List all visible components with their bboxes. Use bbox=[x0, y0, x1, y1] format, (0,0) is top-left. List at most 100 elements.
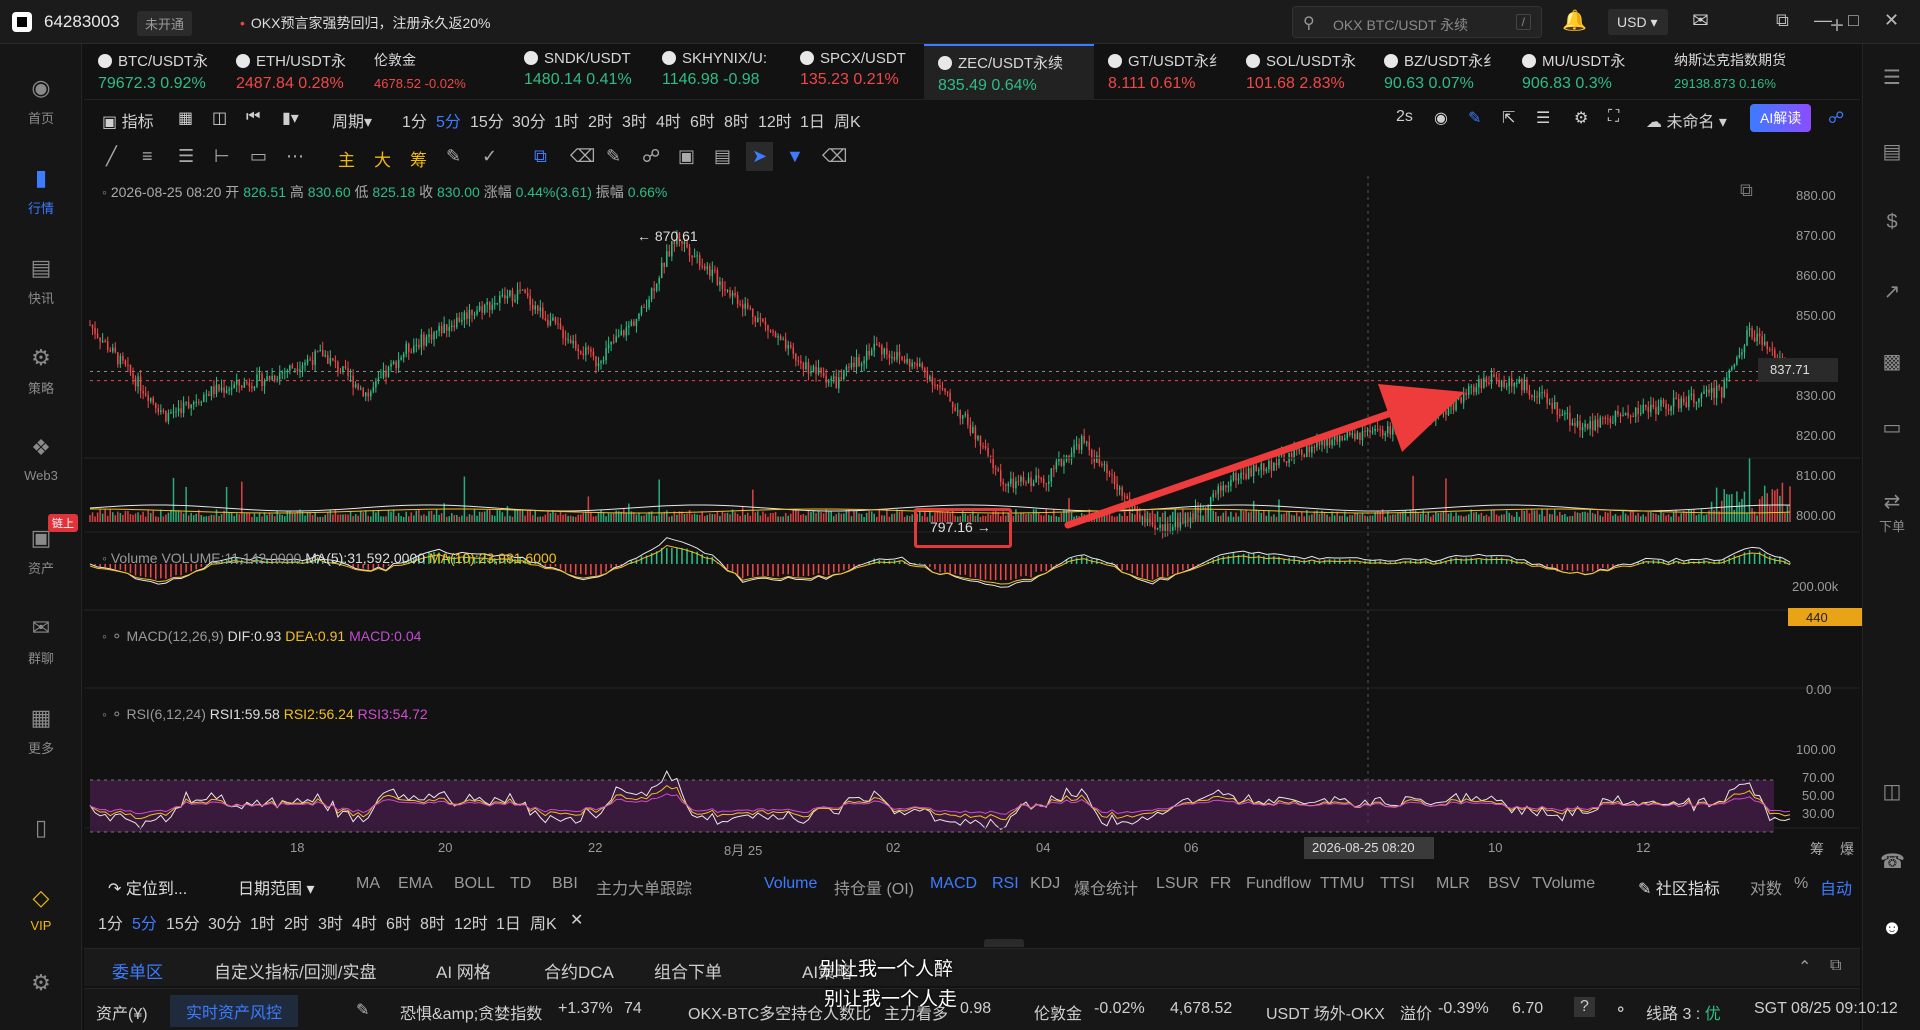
period-strip-option[interactable]: 1日 bbox=[496, 910, 521, 934]
date-range-dropdown[interactable]: 日期范围 ▾ bbox=[238, 875, 315, 899]
tab-symbol[interactable]: ETH/USDT永 2487.84 0.28% bbox=[222, 44, 360, 100]
tab-symbol[interactable]: SPCX/USDT 135.23 0.21% bbox=[786, 44, 924, 100]
horizontal-ray-icon[interactable]: ⊢ bbox=[214, 146, 230, 167]
community-indicator-button[interactable]: ✎ 社区指标 bbox=[1638, 875, 1720, 899]
log-scale-toggle[interactable]: 对数 bbox=[1750, 875, 1782, 899]
tab-symbol[interactable]: 纳斯达克指数期货 29138.873 0.16% bbox=[1660, 44, 1840, 100]
sub-indicator[interactable]: LSUR bbox=[1156, 875, 1199, 893]
tab-symbol[interactable]: GT/USDT永纟 8.111 0.61% bbox=[1094, 44, 1232, 100]
trendline-icon[interactable]: ╱ bbox=[106, 146, 117, 167]
crop-icon[interactable]: ⇱ bbox=[1502, 108, 1515, 128]
dollar-icon[interactable]: $ bbox=[1880, 210, 1904, 234]
sub-indicator[interactable]: TVolume bbox=[1532, 875, 1595, 893]
sub-indicator[interactable]: MACD bbox=[930, 875, 977, 893]
tab-symbol[interactable]: BTC/USDT永 79672.3 0.92% bbox=[84, 44, 222, 100]
brush-icon[interactable]: ✎ bbox=[606, 146, 621, 167]
sub-indicator[interactable]: MLR bbox=[1436, 875, 1470, 893]
percent-scale-toggle[interactable]: % bbox=[1794, 875, 1808, 893]
document-icon[interactable]: ▤ bbox=[1880, 140, 1904, 164]
main-indicator[interactable]: 主力大单跟踪 bbox=[596, 875, 692, 899]
order-tab[interactable]: AI 网格 bbox=[436, 958, 491, 983]
period-strip-option[interactable]: 6时 bbox=[386, 910, 411, 934]
auto-scale-toggle[interactable]: 自动 bbox=[1820, 875, 1852, 899]
sidebar-item-web3[interactable]: ❖ Web3 bbox=[0, 434, 82, 483]
refresh-interval[interactable]: 2s bbox=[1396, 108, 1413, 126]
sub-indicator[interactable]: TTSI bbox=[1380, 875, 1415, 893]
order-tab[interactable]: 自定义指标/回测/实盘 bbox=[214, 958, 376, 983]
sidebar-item-more[interactable]: ▦ 更多 bbox=[0, 704, 82, 757]
period-strip-option[interactable]: 15分 bbox=[166, 910, 200, 934]
period-strip-option[interactable]: 2时 bbox=[284, 910, 309, 934]
account-status-badge[interactable]: 未开通 bbox=[137, 11, 193, 36]
edit-icon[interactable]: ✎ bbox=[356, 1000, 369, 1020]
tab-symbol[interactable]: ZEC/USDT永续 835.49 0.64% bbox=[924, 44, 1094, 100]
place-order-label[interactable]: 下单 bbox=[1879, 516, 1905, 535]
pen-icon[interactable]: ✎ bbox=[1468, 108, 1481, 128]
sub-indicator[interactable]: Fundflow bbox=[1246, 875, 1311, 893]
sub-indicator[interactable]: TTMU bbox=[1320, 875, 1364, 893]
help-icon[interactable]: ? bbox=[1574, 997, 1595, 1017]
layout-grid-icon[interactable]: ◫ bbox=[212, 108, 227, 128]
magnet-icon[interactable]: ➤ bbox=[746, 142, 774, 171]
period-strip-option[interactable]: 12时 bbox=[454, 910, 488, 934]
mail-icon[interactable]: ✉ bbox=[1692, 8, 1709, 33]
period-dropdown[interactable]: 周期▾ bbox=[332, 108, 372, 132]
period-option[interactable]: 2时 bbox=[588, 108, 613, 132]
horizontal-lines-icon[interactable]: ☰ bbox=[178, 146, 194, 167]
close-icon[interactable]: ✕ bbox=[570, 910, 583, 930]
sidebar-item-strategy[interactable]: ⚙ 策略 bbox=[0, 344, 82, 397]
sub-indicator[interactable]: 爆仓统计 bbox=[1074, 875, 1138, 899]
user-id[interactable]: 64283003 bbox=[44, 12, 120, 32]
period-strip-option[interactable]: 4时 bbox=[352, 910, 377, 934]
period-option[interactable]: 3时 bbox=[622, 108, 647, 132]
add-price-alert-icon[interactable] bbox=[1760, 360, 1782, 380]
tab-symbol[interactable]: SKHYNIX/U: 1146.98 -0.98 bbox=[648, 44, 786, 100]
sub-indicator[interactable]: FR bbox=[1210, 875, 1231, 893]
replay-icon[interactable]: ⏮ bbox=[246, 108, 260, 126]
gear-icon[interactable]: ⚙ bbox=[1574, 108, 1588, 128]
tab-symbol[interactable]: BZ/USDT永纟 90.63 0.07% bbox=[1370, 44, 1508, 100]
main-indicator[interactable]: BBI bbox=[552, 875, 578, 893]
edit-icon[interactable]: ✎ bbox=[446, 146, 461, 167]
period-option[interactable]: 15分 bbox=[470, 108, 504, 132]
sidebar-item-news[interactable]: ▤ 快讯 bbox=[0, 254, 82, 307]
parallel-lines-icon[interactable]: ≡ bbox=[142, 146, 153, 167]
main-indicator[interactable]: BOLL bbox=[454, 875, 495, 893]
main-indicator[interactable]: TD bbox=[510, 875, 531, 893]
period-strip-option[interactable]: 5分 bbox=[132, 910, 157, 934]
announcement-banner[interactable]: • OKX预言家强势回归，注册永久返20% bbox=[240, 13, 491, 33]
camera-icon[interactable]: ◉ bbox=[1434, 108, 1448, 128]
indicator-button[interactable]: ▣ 指标 bbox=[102, 108, 154, 132]
tab-symbol[interactable]: 伦敦金 4678.52 -0.02% bbox=[360, 44, 510, 100]
eraser-icon[interactable]: ⌫ bbox=[570, 146, 595, 167]
order-tab[interactable]: 组合下单 bbox=[654, 958, 722, 983]
sub-indicator[interactable]: 持仓量 (OI) bbox=[834, 875, 914, 899]
tab-symbol[interactable]: SNDK/USDT 1480.14 0.41% bbox=[510, 44, 648, 100]
period-strip-option[interactable]: 1分 bbox=[98, 910, 123, 934]
period-option[interactable]: 1分 bbox=[402, 108, 427, 132]
locate-button[interactable]: ↷ 定位到... bbox=[108, 875, 187, 899]
sub-indicator[interactable]: KDJ bbox=[1030, 875, 1060, 893]
order-icon[interactable]: ⇄ bbox=[1880, 490, 1904, 514]
measure-icon[interactable]: ✓ bbox=[482, 146, 497, 167]
period-option[interactable]: 5分 bbox=[436, 108, 461, 132]
list-icon[interactable]: ☰ bbox=[1536, 108, 1550, 128]
chart-area[interactable]: ◦ 2026-08-25 08:20 开 826.51 高 830.60 低 8… bbox=[84, 176, 1862, 876]
mobile-icon[interactable]: ▯ bbox=[0, 814, 82, 842]
period-option[interactable]: 1日 bbox=[800, 108, 825, 132]
card-icon[interactable]: ▭ bbox=[1880, 416, 1904, 440]
popout-panel-icon[interactable]: ⧉ bbox=[1830, 957, 1841, 975]
main-indicator[interactable]: EMA bbox=[398, 875, 433, 893]
expand-chart-icon[interactable]: ⧉ bbox=[1740, 180, 1753, 201]
calendar-icon[interactable]: ▦ bbox=[178, 108, 193, 128]
layout-name[interactable]: ☁ 未命名 ▾ bbox=[1646, 108, 1727, 132]
order-tab[interactable]: 合约DCA bbox=[544, 958, 614, 983]
note-icon[interactable]: ▤ bbox=[714, 146, 731, 167]
popout-icon[interactable]: ⧉ bbox=[1776, 10, 1789, 31]
chart-icon[interactable]: ▩ bbox=[1880, 350, 1904, 374]
period-strip-option[interactable]: 1时 bbox=[250, 910, 275, 934]
bell-icon[interactable]: 🔔 bbox=[1562, 8, 1587, 33]
link-icon[interactable]: ☍ bbox=[642, 146, 660, 167]
line-label[interactable]: 线路 3 : 优 bbox=[1646, 1000, 1721, 1024]
sub-indicator[interactable]: BSV bbox=[1488, 875, 1520, 893]
